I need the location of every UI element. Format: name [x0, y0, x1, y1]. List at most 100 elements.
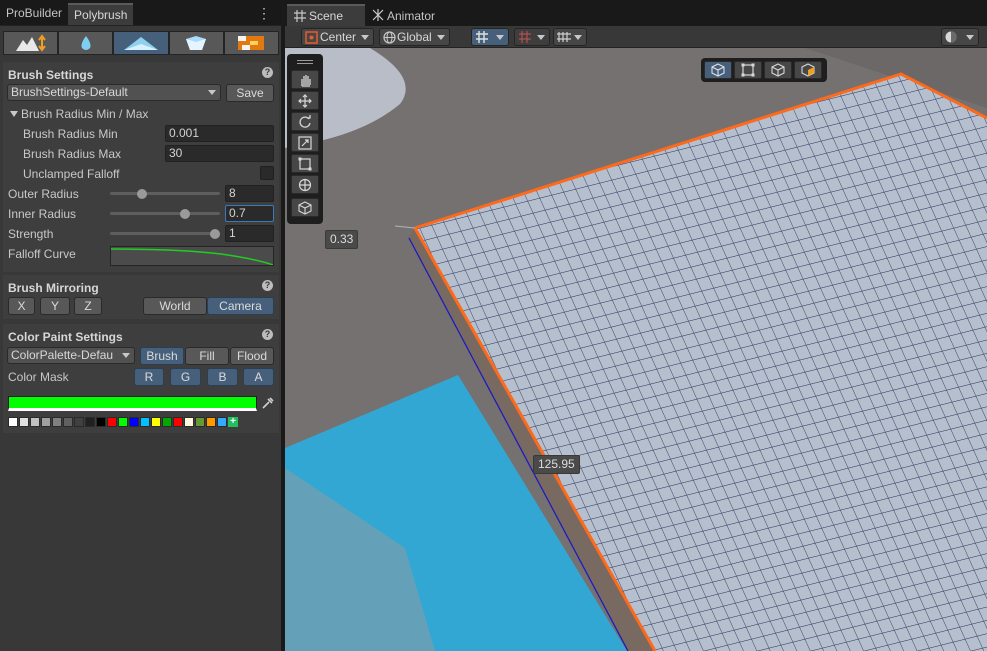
- tab-scene[interactable]: Scene: [287, 4, 365, 26]
- current-color-field[interactable]: [8, 396, 257, 411]
- overlay-drag-handle-line: [297, 63, 313, 64]
- grid-snap-icon: [476, 31, 488, 43]
- add-swatch-icon[interactable]: +: [228, 417, 238, 427]
- grid-snapping-toggle[interactable]: [471, 28, 509, 46]
- pivot-rotation-dropdown[interactable]: Global: [379, 28, 450, 46]
- paint-vertex-color-mode-button[interactable]: [113, 31, 169, 55]
- face-select-button[interactable]: [794, 61, 822, 79]
- panel-menu-icon[interactable]: ⋮: [257, 6, 271, 20]
- mirror-space-world[interactable]: World: [143, 297, 207, 315]
- color-swatch[interactable]: [52, 417, 62, 427]
- foldout-arrow-icon[interactable]: [10, 111, 18, 117]
- tab-animator-label: Animator: [387, 9, 436, 23]
- scatter-prefab-mode-button[interactable]: [168, 31, 224, 55]
- scene-viewport[interactable]: 0.33 125.95: [285, 48, 987, 651]
- outer-radius-slider-handle[interactable]: [137, 189, 147, 199]
- tab-polybrush[interactable]: Polybrush: [68, 3, 134, 25]
- strength-slider-handle[interactable]: [210, 229, 220, 239]
- scene-tab-bar: Scene Animator: [285, 0, 987, 26]
- smooth-icon: [81, 36, 91, 50]
- mirror-z-toggle[interactable]: Z: [74, 297, 102, 315]
- rect-tool-button[interactable]: [291, 154, 319, 173]
- chevron-down-icon: [437, 35, 445, 40]
- help-icon[interactable]: ?: [262, 67, 273, 78]
- scene-toolbar: Center Global: [285, 26, 987, 48]
- color-swatch[interactable]: [63, 417, 73, 427]
- color-swatch[interactable]: [96, 417, 106, 427]
- move-tool-button[interactable]: [291, 91, 319, 110]
- rotate-tool-button[interactable]: [291, 112, 319, 131]
- grid-visibility-dropdown[interactable]: [553, 28, 587, 46]
- mask-channel-r[interactable]: R: [134, 368, 164, 386]
- strength-field[interactable]: 1: [225, 225, 274, 242]
- vertex-select-button[interactable]: [734, 61, 762, 79]
- color-swatch[interactable]: [129, 417, 139, 427]
- brush-radius-max-field[interactable]: 30: [165, 145, 274, 162]
- color-swatch[interactable]: [30, 417, 40, 427]
- help-icon[interactable]: ?: [262, 280, 273, 291]
- paint-texture-mode-button[interactable]: [223, 31, 280, 55]
- edge-select-button[interactable]: [764, 61, 792, 79]
- tab-probuilder[interactable]: ProBuilder: [0, 3, 68, 25]
- hand-tool-button[interactable]: [291, 70, 319, 89]
- sculpt-mode-button[interactable]: [3, 31, 59, 55]
- probuilder-selection-overlay: [701, 58, 827, 82]
- measure-label-width: 0.33: [325, 230, 359, 249]
- color-palette-dropdown[interactable]: ColorPalette-Defau: [7, 347, 135, 364]
- color-swatch[interactable]: [19, 417, 29, 427]
- transform-tool-button[interactable]: [291, 175, 319, 194]
- overlay-drag-handle[interactable]: [297, 60, 313, 61]
- mirror-x-toggle[interactable]: X: [8, 297, 35, 315]
- color-swatch[interactable]: [173, 417, 183, 427]
- help-icon[interactable]: ?: [262, 329, 273, 340]
- eyedropper-icon[interactable]: [260, 396, 274, 411]
- inner-radius-slider[interactable]: [110, 212, 220, 215]
- strength-slider[interactable]: [110, 232, 220, 235]
- color-swatch[interactable]: [107, 417, 117, 427]
- animator-icon: [372, 9, 384, 21]
- mask-channel-a[interactable]: A: [243, 368, 274, 386]
- paint-mode-flood[interactable]: Flood: [230, 347, 274, 365]
- color-swatch[interactable]: [195, 417, 205, 427]
- color-swatch[interactable]: [8, 417, 18, 427]
- unclamped-falloff-checkbox[interactable]: [260, 166, 274, 180]
- tab-animator[interactable]: Animator: [369, 4, 459, 26]
- object-select-button[interactable]: [704, 61, 732, 79]
- save-preset-button[interactable]: Save: [226, 84, 274, 102]
- mirror-y-toggle[interactable]: Y: [40, 297, 70, 315]
- color-swatch[interactable]: [184, 417, 194, 427]
- inner-radius-slider-handle[interactable]: [180, 209, 190, 219]
- left-tab-bar: ProBuilder Polybrush ⋮: [0, 0, 281, 26]
- brush-radius-foldout[interactable]: Brush Radius Min / Max: [21, 107, 148, 121]
- color-swatch[interactable]: [162, 417, 172, 427]
- outer-radius-slider[interactable]: [110, 192, 220, 195]
- increment-snap-toggle[interactable]: [514, 28, 550, 46]
- color-swatch[interactable]: [74, 417, 84, 427]
- color-swatch[interactable]: [140, 417, 150, 427]
- color-swatch[interactable]: [85, 417, 95, 427]
- pivot-mode-dropdown[interactable]: Center: [301, 28, 374, 46]
- color-swatch[interactable]: [151, 417, 161, 427]
- mask-channel-b[interactable]: B: [207, 368, 238, 386]
- color-swatch[interactable]: [41, 417, 51, 427]
- increment-snap-icon: [519, 31, 531, 43]
- color-paint-title: Color Paint Settings: [8, 330, 123, 344]
- color-swatch[interactable]: [206, 417, 216, 427]
- edge-cube-icon: [771, 63, 785, 77]
- brush-preset-dropdown[interactable]: BrushSettings-Default: [7, 84, 221, 101]
- face-cube-icon: [801, 63, 815, 77]
- mask-channel-g[interactable]: G: [170, 368, 201, 386]
- color-swatch[interactable]: [217, 417, 227, 427]
- custom-tool-button[interactable]: [291, 198, 319, 217]
- draw-mode-dropdown[interactable]: [941, 28, 979, 46]
- paint-mode-fill[interactable]: Fill: [185, 347, 229, 365]
- inner-radius-field[interactable]: 0.7: [225, 205, 274, 222]
- scale-tool-button[interactable]: [291, 133, 319, 152]
- mirror-space-camera[interactable]: Camera: [207, 297, 274, 315]
- smooth-mode-button[interactable]: [58, 31, 114, 55]
- paint-mode-brush[interactable]: Brush: [140, 347, 184, 365]
- brush-radius-min-field[interactable]: 0.001: [165, 125, 274, 142]
- outer-radius-field[interactable]: 8: [225, 185, 274, 202]
- falloff-curve-field[interactable]: [110, 246, 274, 266]
- color-swatch[interactable]: [118, 417, 128, 427]
